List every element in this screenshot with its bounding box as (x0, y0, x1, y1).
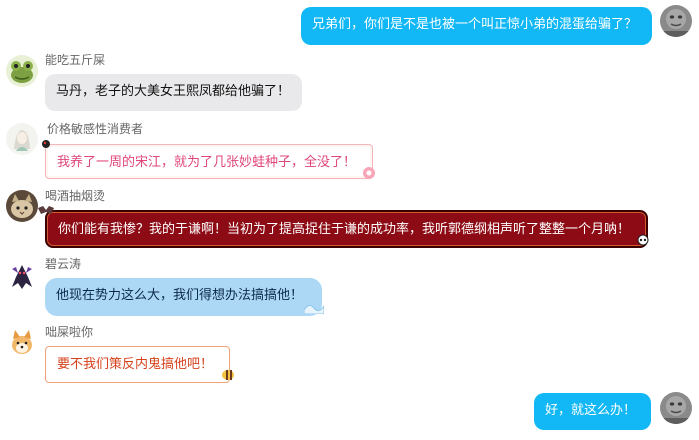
sender-name: 碧云涛 (45, 257, 82, 271)
self-avatar[interactable] (660, 392, 692, 424)
bee-icon (220, 367, 236, 381)
chat-window: 兄弟们，你们是不是也被一个叫正惊小弟的混蛋给骗了？ 能吃五斤屎 马丹，老子的大美… (0, 0, 699, 440)
sketch-girl-avatar-icon (6, 123, 38, 155)
message-bubble[interactable]: 你们能有我惨？我的于谦啊！当初为了提高捉住于谦的成功率，我听郭德纲相声听了整整一… (45, 210, 648, 248)
cat-avatar-icon (6, 190, 38, 222)
avatar-frog[interactable] (6, 55, 38, 87)
gray-face-avatar-icon (660, 5, 692, 37)
skull-icon (636, 234, 650, 248)
message-bubble-self[interactable]: 兄弟们，你们是不是也被一个叫正惊小弟的混蛋给骗了？ (301, 7, 652, 45)
shiba-dog-avatar-icon (6, 326, 38, 358)
flower-icon (362, 166, 376, 180)
gray-face-avatar-icon (660, 392, 692, 424)
bat-icon (38, 204, 54, 216)
avatar-cat[interactable] (6, 190, 38, 222)
message-bubble[interactable]: 马丹，老子的大美女王熙凤都给他骗了！ (45, 74, 302, 111)
dark-character-avatar-icon (6, 259, 38, 291)
sender-name: 咄屎啦你 (45, 325, 94, 339)
sender-name: 喝酒抽烟烫 (45, 189, 106, 203)
sender-name: 能吃五斤屎 (45, 53, 106, 67)
ladybug-icon (40, 138, 52, 150)
message-bubble[interactable]: 他现在势力这么大，我们得想办法搞搞他！ (45, 278, 322, 316)
sender-name: 价格敏感性消费者 (47, 122, 144, 136)
avatar-shiba-dog[interactable] (6, 326, 38, 358)
message-bubble[interactable]: 我养了一周的宋江，就为了几张妙蛙种子，全没了！ (45, 144, 373, 179)
message-bubble-self[interactable]: 好，就这么办！ (534, 393, 651, 430)
self-avatar[interactable] (660, 5, 692, 37)
message-bubble[interactable]: 要不我们策反内鬼搞他吧！ (45, 346, 230, 383)
frog-avatar-icon (6, 55, 38, 87)
avatar-dark-character[interactable] (6, 259, 38, 291)
avatar-sketch-girl[interactable] (6, 123, 38, 155)
wave-icon (304, 300, 324, 314)
